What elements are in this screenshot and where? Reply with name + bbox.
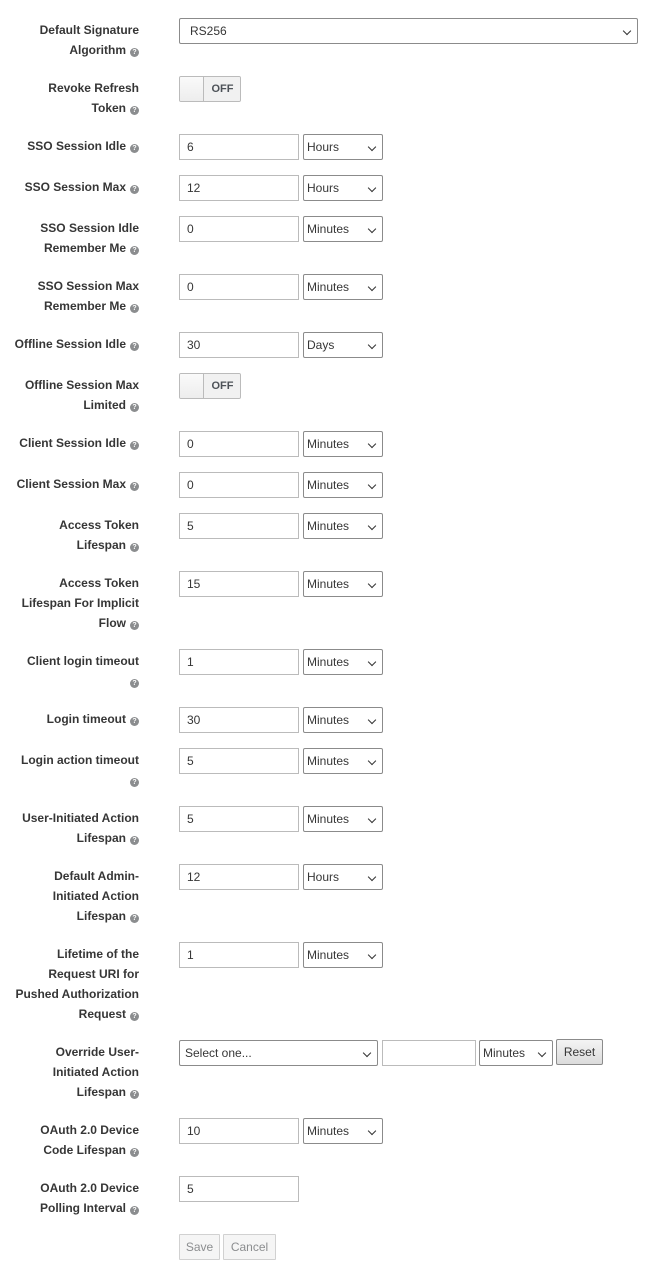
admin-action-lifespan-input[interactable]: 12: [179, 864, 299, 890]
client-session-idle-unit-select[interactable]: Minutes: [303, 431, 383, 457]
help-icon[interactable]: ?: [130, 441, 139, 450]
field-label: SSO Session Max?: [0, 177, 139, 197]
client-session-max-input[interactable]: 0: [179, 472, 299, 498]
toggle-knob: [180, 374, 204, 398]
offline-session-max-limited-toggle[interactable]: OFF: [179, 373, 241, 399]
access-token-lifespan-unit-select[interactable]: Minutes: [303, 513, 383, 539]
help-icon[interactable]: ?: [130, 48, 139, 57]
client-login-timeout-unit-select[interactable]: Minutes: [303, 649, 383, 675]
field-label: Override User- Initiated Action Lifespan…: [52, 1045, 139, 1099]
help-icon[interactable]: ?: [130, 778, 139, 787]
sso-max-remember-me-input[interactable]: 0: [179, 274, 299, 300]
help-icon[interactable]: ?: [130, 1090, 139, 1099]
field-label: SSO Session Max Remember Me?: [37, 279, 139, 313]
help-icon[interactable]: ?: [130, 185, 139, 194]
override-lifespan-unit-select[interactable]: Minutes: [479, 1040, 553, 1066]
admin-action-lifespan-unit-select[interactable]: Hours: [303, 864, 383, 890]
field-label: OAuth 2.0 Device Polling Interval?: [39, 1181, 139, 1215]
help-icon[interactable]: ?: [130, 543, 139, 552]
field-label: Client Session Max?: [0, 474, 139, 494]
implicit-flow-lifespan-input[interactable]: 15: [179, 571, 299, 597]
help-icon[interactable]: ?: [130, 106, 139, 115]
sso-idle-remember-me-input[interactable]: 0: [179, 216, 299, 242]
request-uri-lifetime-unit-select[interactable]: Minutes: [303, 942, 383, 968]
sso-idle-remember-me-unit-select[interactable]: Minutes: [303, 216, 383, 242]
request-uri-lifetime-input[interactable]: 1: [179, 942, 299, 968]
sso-session-max-unit-select[interactable]: Hours: [303, 175, 383, 201]
user-action-lifespan-input[interactable]: 5: [179, 806, 299, 832]
help-icon[interactable]: ?: [130, 914, 139, 923]
user-action-lifespan-unit-select[interactable]: Minutes: [303, 806, 383, 832]
field-label: Revoke Refresh Token?: [48, 81, 139, 115]
client-session-idle-input[interactable]: 0: [179, 431, 299, 457]
revoke-refresh-token-toggle[interactable]: OFF: [179, 76, 241, 102]
device-code-lifespan-input[interactable]: 10: [179, 1118, 299, 1144]
help-icon[interactable]: ?: [130, 1206, 139, 1215]
help-icon[interactable]: ?: [130, 679, 139, 688]
override-lifespan-input[interactable]: [382, 1040, 476, 1066]
help-icon[interactable]: ?: [130, 621, 139, 630]
sso-session-idle-unit-select[interactable]: Hours: [303, 134, 383, 160]
login-action-timeout-unit-select[interactable]: Minutes: [303, 748, 383, 774]
field-label: SSO Session Idle Remember Me?: [40, 221, 139, 255]
field-label: Client Session Idle?: [0, 433, 139, 453]
offline-session-idle-unit-select[interactable]: Days: [303, 332, 383, 358]
field-label: Offline Session Max Limited?: [24, 378, 139, 412]
field-label: Lifetime of the Request URI for Pushed A…: [15, 947, 139, 1021]
field-label: Default Admin- Initiated Action Lifespan…: [52, 869, 139, 923]
login-timeout-unit-select[interactable]: Minutes: [303, 707, 383, 733]
help-icon[interactable]: ?: [130, 144, 139, 153]
help-icon[interactable]: ?: [130, 304, 139, 313]
help-icon[interactable]: ?: [130, 482, 139, 491]
sso-session-max-input[interactable]: 12: [179, 175, 299, 201]
field-label: Offline Session Idle?: [0, 334, 139, 354]
help-icon[interactable]: ?: [130, 403, 139, 412]
login-timeout-input[interactable]: 30: [179, 707, 299, 733]
field-label: Client login timeout ?: [27, 654, 139, 688]
field-label: Access Token Lifespan?: [59, 518, 139, 552]
help-icon[interactable]: ?: [130, 342, 139, 351]
implicit-flow-lifespan-unit-select[interactable]: Minutes: [303, 571, 383, 597]
help-icon[interactable]: ?: [130, 1012, 139, 1021]
offline-session-idle-input[interactable]: 30: [179, 332, 299, 358]
toggle-knob: [180, 77, 204, 101]
sso-session-idle-input[interactable]: 6: [179, 134, 299, 160]
device-code-lifespan-unit-select[interactable]: Minutes: [303, 1118, 383, 1144]
help-icon[interactable]: ?: [130, 717, 139, 726]
save-button[interactable]: Save: [179, 1234, 220, 1260]
help-icon[interactable]: ?: [130, 246, 139, 255]
device-polling-interval-input[interactable]: 5: [179, 1176, 299, 1202]
field-label: User-Initiated Action Lifespan?: [22, 811, 139, 845]
login-action-timeout-input[interactable]: 5: [179, 748, 299, 774]
help-icon[interactable]: ?: [130, 836, 139, 845]
action-type-select[interactable]: Select one...: [179, 1040, 378, 1066]
client-login-timeout-input[interactable]: 1: [179, 649, 299, 675]
field-label: Default Signature Algorithm?: [39, 23, 139, 57]
access-token-lifespan-input[interactable]: 5: [179, 513, 299, 539]
signature-algorithm-select[interactable]: RS256: [179, 18, 638, 44]
reset-button[interactable]: Reset: [556, 1039, 603, 1065]
field-label: OAuth 2.0 Device Code Lifespan?: [40, 1123, 139, 1157]
field-label: Login action timeout ?: [21, 753, 139, 787]
sso-max-remember-me-unit-select[interactable]: Minutes: [303, 274, 383, 300]
field-label: SSO Session Idle?: [0, 136, 139, 156]
client-session-max-unit-select[interactable]: Minutes: [303, 472, 383, 498]
field-label: Access Token Lifespan For Implicit Flow?: [21, 576, 139, 630]
field-label: Login timeout?: [0, 709, 139, 729]
help-icon[interactable]: ?: [130, 1148, 139, 1157]
cancel-button[interactable]: Cancel: [223, 1234, 276, 1260]
